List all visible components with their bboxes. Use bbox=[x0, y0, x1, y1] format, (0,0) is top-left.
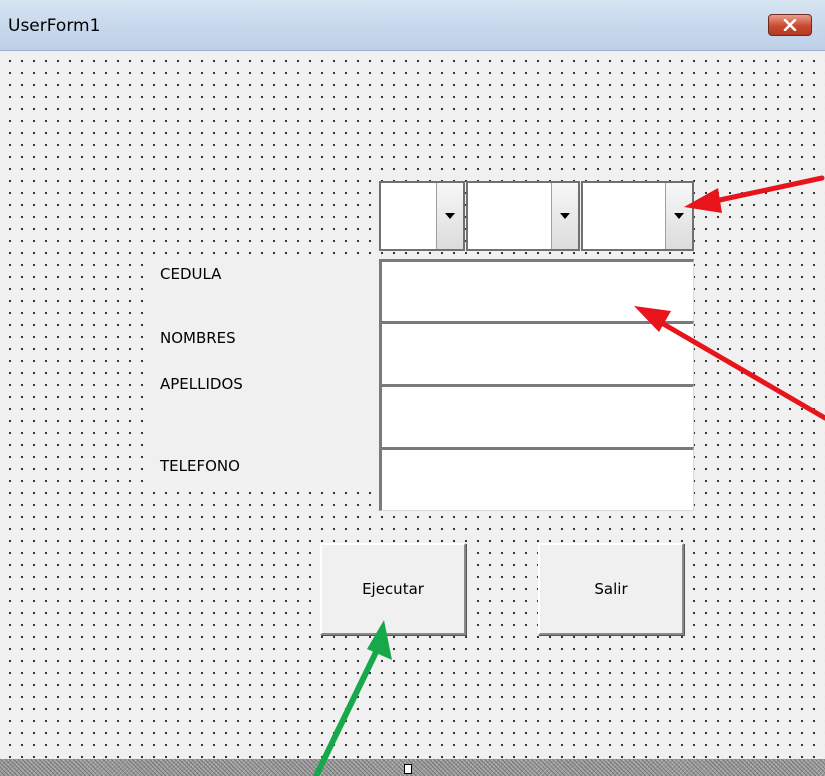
label-cedula: CEDULA bbox=[156, 262, 226, 286]
form-bottom-edge bbox=[0, 759, 825, 776]
label-nombres: NOMBRES bbox=[156, 326, 240, 350]
combobox-2[interactable] bbox=[466, 181, 580, 251]
label-apellidos: APELLIDOS bbox=[156, 372, 247, 396]
chevron-down-icon bbox=[445, 213, 455, 219]
dropdown-button[interactable] bbox=[436, 183, 463, 249]
chevron-down-icon bbox=[560, 213, 570, 219]
textbox-apellidos[interactable] bbox=[379, 384, 694, 448]
ejecutar-button[interactable]: Ejecutar bbox=[320, 543, 466, 635]
dropdown-button[interactable] bbox=[551, 183, 578, 249]
salir-button[interactable]: Salir bbox=[538, 543, 684, 635]
textbox-nombres[interactable] bbox=[379, 321, 694, 385]
chevron-down-icon bbox=[674, 213, 684, 219]
dropdown-button[interactable] bbox=[665, 183, 692, 249]
textbox-telefono[interactable] bbox=[379, 447, 694, 511]
title-bar[interactable]: UserForm1 bbox=[0, 0, 825, 51]
userform-window: UserForm1 CEDULA NOMBRES APELLIDOS TELEF… bbox=[0, 0, 825, 776]
close-button[interactable] bbox=[768, 14, 812, 36]
window-title: UserForm1 bbox=[8, 16, 101, 36]
resize-handle[interactable] bbox=[404, 764, 412, 774]
textbox-cedula[interactable] bbox=[379, 259, 694, 323]
combobox-1[interactable] bbox=[379, 181, 465, 251]
combobox-3[interactable] bbox=[581, 181, 694, 251]
label-telefono: TELEFONO bbox=[156, 454, 244, 478]
close-icon bbox=[783, 19, 797, 31]
